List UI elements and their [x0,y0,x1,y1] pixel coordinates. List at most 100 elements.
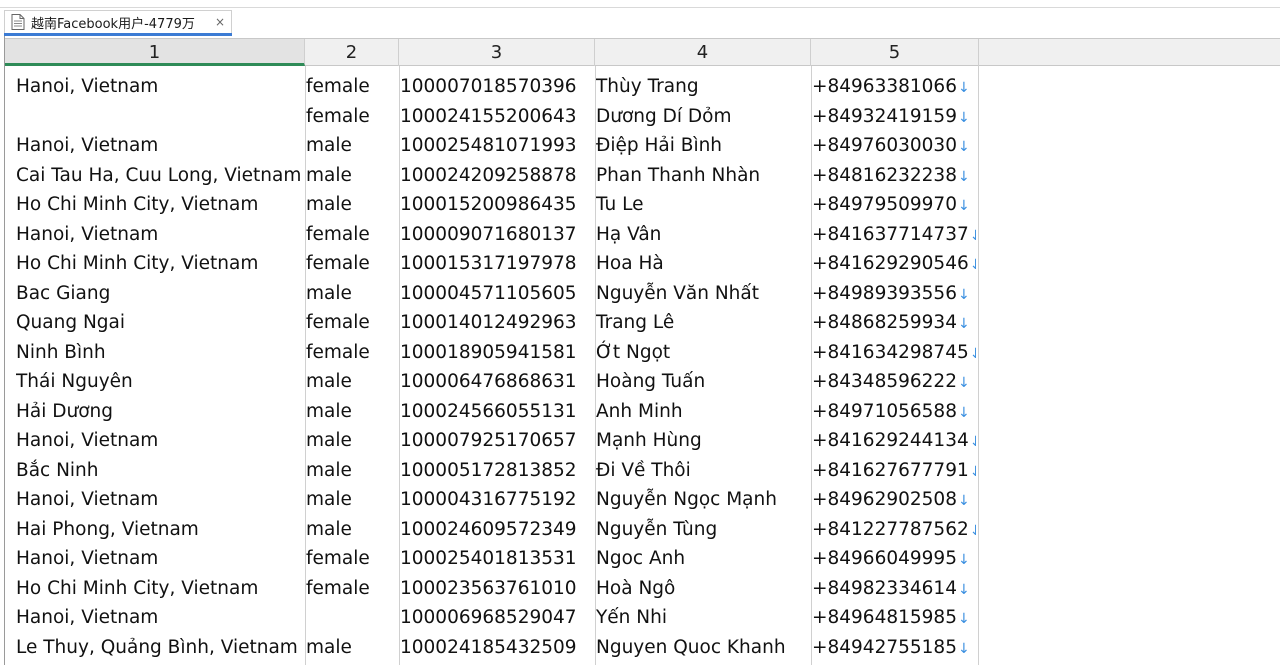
column-header-3[interactable]: 3 [399,39,595,66]
gender-cell[interactable]: female [306,249,398,279]
location-cell[interactable]: Ninh Bình [16,338,304,368]
user-id-cell[interactable]: 100025401813531 [400,544,594,574]
phone-cell[interactable]: +84964815985↓ [812,603,976,633]
gender-cell[interactable]: male [306,190,398,220]
phone-cell[interactable]: +841634298745↓ [812,338,976,368]
user-id-cell[interactable]: 100006968529047 [400,603,594,633]
phone-cell[interactable]: +84942755185↓ [812,633,976,663]
location-cell[interactable]: Quang Ngai [16,308,304,338]
spreadsheet-grid[interactable]: 1 2 3 4 5 Hanoi, Vietnam female 1000070185… [4,36,1280,665]
gender-cell[interactable]: male [306,397,398,427]
location-cell[interactable]: Hanoi, Vietnam [16,485,304,515]
name-cell[interactable]: Anh Minh [596,397,808,427]
table-row[interactable]: Hanoi, Vietnam male 100007925170657 Mạnh Hù… [5,426,1280,456]
name-cell[interactable]: Mạnh Hùng [596,426,808,456]
name-cell[interactable]: Hoàng Tuấn [596,367,808,397]
table-row[interactable]: Le Thuy, Quảng Bình, Vietnam male 10002418… [5,633,1280,663]
phone-cell[interactable]: +841637714737↓ [812,220,976,250]
table-row[interactable]: Hai Phong, Vietnam male 100024609572349 Ngu… [5,515,1280,545]
name-cell[interactable]: Phan Thanh Nhàn [596,161,808,191]
phone-cell[interactable]: +84971056588↓ [812,397,976,427]
location-cell[interactable]: Hanoi, Vietnam [16,426,304,456]
user-id-cell[interactable]: 100015317197978 [400,249,594,279]
gender-cell[interactable]: male [306,367,398,397]
table-row[interactable]: Thái Nguyên male 100006476868631 Hoàng Tuấn… [5,367,1280,397]
file-tab[interactable]: 越南Facebook用户-4779万 × [4,10,232,33]
gender-cell[interactable]: male [306,515,398,545]
phone-cell[interactable]: +84976030030↓ [812,131,976,161]
table-row[interactable]: Cai Tau Ha, Cuu Long, Vietnam male 1000242… [5,161,1280,191]
table-row[interactable]: Hanoi, Vietnam male 100004316775192 Nguyễn … [5,485,1280,515]
gender-cell[interactable]: female [306,72,398,102]
location-cell[interactable]: Le Thuy, Quảng Bình, Vietnam [16,633,304,663]
user-id-cell[interactable]: 100004571105605 [400,279,594,309]
gender-cell[interactable]: male [306,131,398,161]
table-row[interactable]: Quang Ngai female 100014012492963 Trang Lê +… [5,308,1280,338]
user-id-cell[interactable]: 100025481071993 [400,131,594,161]
column-header-2[interactable]: 2 [305,39,399,66]
gender-cell[interactable]: male [306,485,398,515]
location-cell[interactable]: Ho Chi Minh City, Vietnam [16,190,304,220]
name-cell[interactable]: Dương Dí Dỏm [596,102,808,132]
name-cell[interactable]: Điệp Hải Bình [596,131,808,161]
user-id-cell[interactable]: 100024609572349 [400,515,594,545]
location-cell[interactable]: Hanoi, Vietnam [16,72,304,102]
user-id-cell[interactable]: 100024185432509 [400,633,594,663]
gender-cell[interactable]: male [306,456,398,486]
table-row[interactable]: Bac Giang male 100004571105605 Nguyễn Văn N… [5,279,1280,309]
gender-cell[interactable] [306,603,398,633]
name-cell[interactable]: Yến Nhi [596,603,808,633]
user-id-cell[interactable]: 100009071680137 [400,220,594,250]
user-id-cell[interactable]: 100023563761010 [400,574,594,604]
gender-cell[interactable]: female [306,220,398,250]
phone-cell[interactable]: +84816232238↓ [812,161,976,191]
table-row[interactable]: Ho Chi Minh City, Vietnam male 10001520098… [5,190,1280,220]
location-cell[interactable]: Bac Giang [16,279,304,309]
gender-cell[interactable]: female [306,338,398,368]
table-row[interactable]: Ho Chi Minh City, Vietnam female 100023563… [5,574,1280,604]
gender-cell[interactable]: male [306,426,398,456]
phone-cell[interactable]: +84966049995↓ [812,544,976,574]
name-cell[interactable]: Hoà Ngô [596,574,808,604]
table-row[interactable]: Bắc Ninh male 100005172813852 Đi Về Thôi +84… [5,456,1280,486]
user-id-cell[interactable]: 100015200986435 [400,190,594,220]
phone-cell[interactable]: +84932419159↓ [812,102,976,132]
name-cell[interactable]: Hạ Vân [596,220,808,250]
user-id-cell[interactable]: 100018905941581 [400,338,594,368]
user-id-cell[interactable]: 100007925170657 [400,426,594,456]
close-icon[interactable]: × [215,15,225,29]
table-row[interactable]: Ninh Bình female 100018905941581 Ớt Ngọt +84… [5,338,1280,368]
location-cell[interactable]: Hanoi, Vietnam [16,131,304,161]
phone-cell[interactable]: +841227787562↓ [812,515,976,545]
phone-cell[interactable]: +84989393556↓ [812,279,976,309]
name-cell[interactable]: Hoa Hà [596,249,808,279]
phone-cell[interactable]: +841629244134↓ [812,426,976,456]
gender-cell[interactable]: female [306,574,398,604]
name-cell[interactable]: Nguyễn Văn Nhất [596,279,808,309]
user-id-cell[interactable]: 100024566055131 [400,397,594,427]
table-row[interactable]: Hanoi, Vietnam female 100009071680137 Hạ Vâ… [5,220,1280,250]
name-cell[interactable]: Đi Về Thôi [596,456,808,486]
name-cell[interactable]: Ớt Ngọt [596,338,808,368]
phone-cell[interactable]: +84979509970↓ [812,190,976,220]
name-cell[interactable]: Tu Le [596,190,808,220]
table-row[interactable]: Hanoi, Vietnam female 100007018570396 Thùy … [5,72,1280,102]
gender-cell[interactable]: female [306,544,398,574]
phone-cell[interactable]: +84963381066↓ [812,72,976,102]
phone-cell[interactable]: +841627677791↓ [812,456,976,486]
location-cell[interactable]: Hai Phong, Vietnam [16,515,304,545]
user-id-cell[interactable]: 100004316775192 [400,485,594,515]
gender-cell[interactable]: female [306,102,398,132]
user-id-cell[interactable]: 100007018570396 [400,72,594,102]
location-cell[interactable]: Bắc Ninh [16,456,304,486]
user-id-cell[interactable]: 100024209258878 [400,161,594,191]
name-cell[interactable]: Thùy Trang [596,72,808,102]
name-cell[interactable]: Nguyễn Ngọc Mạnh [596,485,808,515]
phone-cell[interactable]: +84868259934↓ [812,308,976,338]
phone-cell[interactable]: +84348596222↓ [812,367,976,397]
name-cell[interactable]: Trang Lê [596,308,808,338]
location-cell[interactable]: Hanoi, Vietnam [16,603,304,633]
location-cell[interactable]: Cai Tau Ha, Cuu Long, Vietnam [16,161,304,191]
table-row[interactable]: Hanoi, Vietnam 100006968529047 Yến Nhi +849… [5,603,1280,633]
column-header-5[interactable]: 5 [811,39,979,66]
